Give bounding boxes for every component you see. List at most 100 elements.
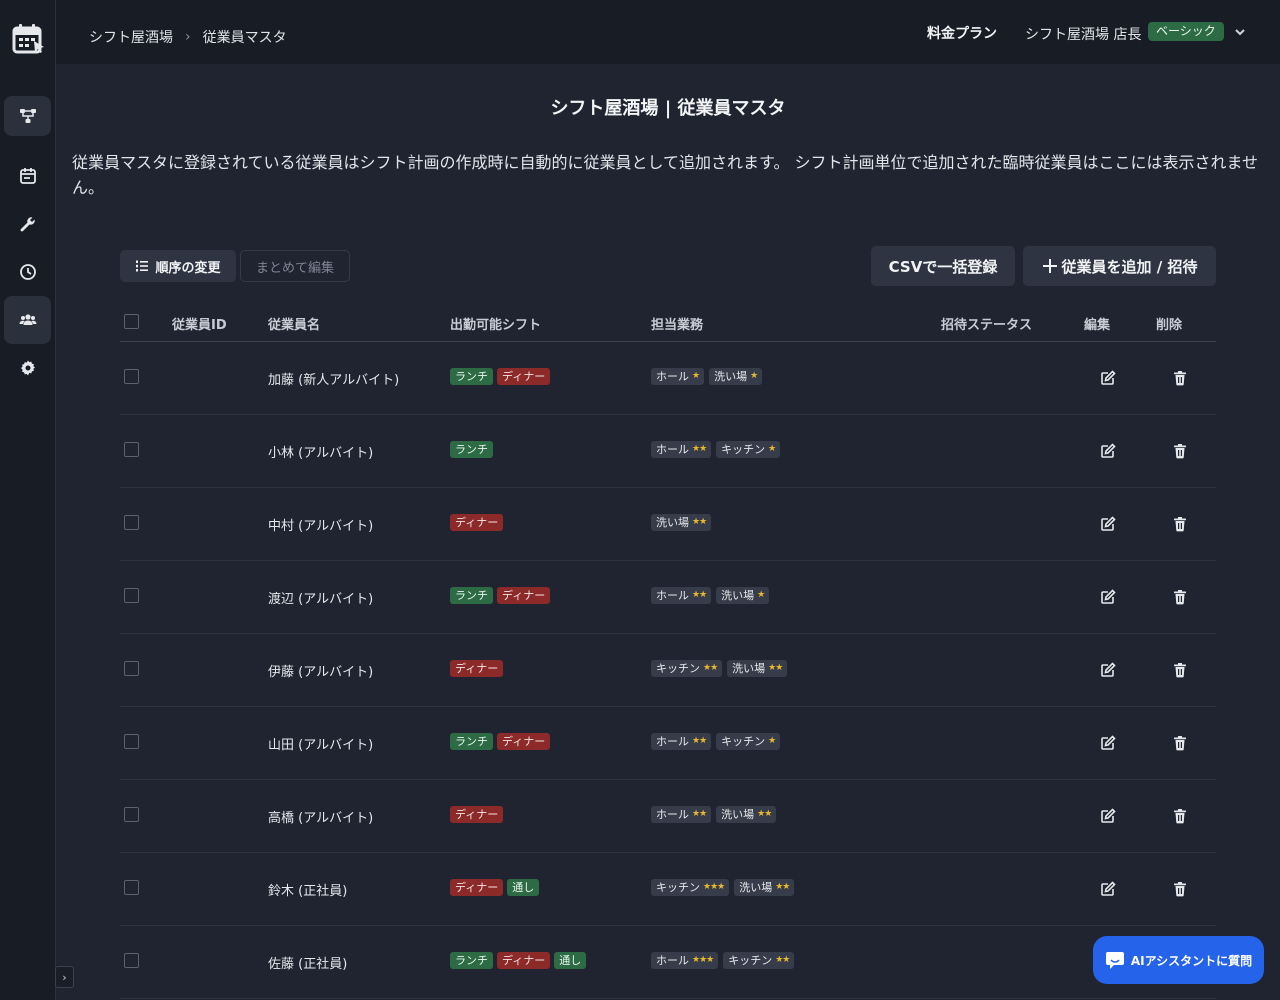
skill-stars-icon: ★★ (692, 444, 707, 454)
task-label: 洗い場 (739, 881, 773, 894)
trash-icon[interactable] (1172, 662, 1188, 678)
chat-bubble-icon (1105, 952, 1124, 969)
shift-tags: ランチ (450, 441, 493, 458)
table-row: 鈴木 (正社員) ディナー 通し キッチン ★★★ 洗い場 ★★ (120, 853, 1216, 926)
table-row: 小林 (アルバイト) ランチ ホール ★★ キッチン ★ (120, 415, 1216, 488)
column-header-tasks[interactable]: 担当業務 (651, 314, 703, 333)
task-tag: 洗い場 ★ (709, 368, 763, 385)
edit-icon[interactable] (1100, 662, 1116, 678)
edit-icon[interactable] (1100, 808, 1116, 824)
trash-icon[interactable] (1172, 881, 1188, 897)
skill-stars-icon: ★★ (692, 590, 707, 600)
table-row: 伊藤 (アルバイト) ディナー キッチン ★★ 洗い場 ★★ (120, 634, 1216, 707)
trash-icon[interactable] (1172, 808, 1188, 824)
breadcrumb-current: 従業員マスタ (202, 30, 287, 46)
task-label: ホール (656, 589, 689, 602)
sidebar-item-shift-flow[interactable] (4, 96, 51, 136)
edit-icon[interactable] (1100, 735, 1116, 751)
trash-icon[interactable] (1172, 443, 1188, 459)
add-employee-button[interactable]: 従業員を追加 / 招待 (1023, 246, 1216, 286)
sidebar-toggle-chevron-right-icon[interactable]: › (55, 966, 74, 988)
ordered-list-icon (136, 260, 149, 272)
edit-icon[interactable] (1100, 516, 1116, 532)
skill-stars-icon: ★★ (757, 809, 772, 819)
pricing-plan-link[interactable]: 料金プラン (927, 23, 997, 43)
employee-name: 中村 (アルバイト) (268, 519, 374, 534)
sidebar-item-tools[interactable] (4, 204, 51, 244)
page-title: シフト屋酒場 | 従業員マスタ (550, 98, 786, 119)
row-checkbox[interactable] (124, 807, 139, 822)
edit-icon[interactable] (1100, 589, 1116, 605)
bulk-edit-button[interactable]: まとめて編集 (240, 250, 350, 282)
employee-name: 山田 (アルバイト) (268, 738, 374, 753)
row-checkbox[interactable] (124, 880, 139, 895)
shift-tags: ディナー (450, 514, 504, 531)
row-checkbox[interactable] (124, 953, 139, 968)
select-all-checkbox[interactable] (124, 314, 139, 329)
trash-icon[interactable] (1172, 735, 1188, 751)
trash-icon[interactable] (1172, 370, 1188, 386)
trash-icon[interactable] (1172, 516, 1188, 532)
edit-icon[interactable] (1100, 881, 1116, 897)
task-tag: キッチン ★ (716, 733, 781, 750)
column-header-employee-name[interactable]: 従業員名 (268, 314, 320, 333)
shift-tags: ディナー 通し (450, 879, 540, 896)
chevron-down-icon[interactable] (1233, 25, 1247, 39)
task-tag: 洗い場 ★★ (727, 660, 788, 677)
sidebar-item-settings[interactable] (4, 348, 51, 388)
task-label: キッチン (721, 443, 766, 456)
breadcrumb-store[interactable]: シフト屋酒場 (89, 27, 173, 47)
column-header-invite-status[interactable]: 招待ステータス (941, 314, 1032, 333)
shift-tag-through: 通し (507, 879, 540, 896)
skill-stars-icon: ★★ (703, 663, 718, 673)
clock-icon (19, 264, 36, 280)
sidebar-item-employees[interactable] (4, 296, 51, 344)
shift-tags: ランチ ディナー 通し (450, 952, 587, 969)
skill-stars-icon: ★★★ (692, 955, 714, 965)
ai-assistant-button[interactable]: AIアシスタントに質問 (1093, 936, 1264, 984)
skill-stars-icon: ★★ (692, 736, 707, 746)
column-header-available-shifts[interactable]: 出勤可能シフト (450, 314, 541, 333)
row-checkbox[interactable] (124, 661, 139, 676)
page-description: 従業員マスタに登録されている従業員はシフト計画の作成時に自動的に従業員として追加… (72, 153, 1259, 197)
shift-tags: ディナー (450, 806, 504, 823)
user-menu-name[interactable]: シフト屋酒場 店長 (1025, 24, 1141, 44)
task-label: 洗い場 (656, 516, 689, 529)
csv-import-button[interactable]: CSVで一括登録 (871, 246, 1015, 286)
employee-name: 伊藤 (アルバイト) (268, 665, 374, 680)
task-tag: 洗い場 ★★ (716, 806, 777, 823)
task-tag: キッチン ★ (716, 441, 781, 458)
task-tag: キッチン ★★ (723, 952, 795, 969)
edit-icon[interactable] (1100, 443, 1116, 459)
top-header: シフト屋酒場 › 従業員マスタ 料金プラン シフト屋酒場 店長 ベーシック (56, 0, 1280, 64)
calendar-logo-icon[interactable] (12, 22, 48, 58)
employee-name: 渡辺 (アルバイト) (268, 592, 374, 607)
employee-name: 加藤 (新人アルバイト) (268, 373, 400, 388)
task-label: 洗い場 (721, 589, 755, 602)
wrench-icon (20, 217, 35, 232)
employee-name: 小林 (アルバイト) (268, 446, 374, 461)
change-order-label: 順序の変更 (155, 260, 221, 276)
column-header-delete: 削除 (1156, 318, 1183, 333)
row-checkbox[interactable] (124, 442, 139, 457)
column-header-employee-id[interactable]: 従業員ID (172, 314, 227, 333)
plan-badge: ベーシック (1148, 22, 1224, 41)
row-checkbox[interactable] (124, 588, 139, 603)
task-tags: ホール ★★ キッチン ★ (651, 733, 781, 750)
change-order-button[interactable]: 順序の変更 (120, 250, 236, 282)
skill-stars-icon: ★★ (775, 955, 790, 965)
trash-icon[interactable] (1172, 589, 1188, 605)
row-checkbox[interactable] (124, 369, 139, 384)
row-checkbox[interactable] (124, 734, 139, 749)
edit-icon[interactable] (1100, 370, 1116, 386)
sidebar-item-calendar[interactable] (4, 156, 51, 196)
task-tag: ホール ★★ (651, 587, 712, 604)
shift-tags: ディナー (450, 660, 504, 677)
row-checkbox[interactable] (124, 515, 139, 530)
shift-tag-lunch: ランチ (450, 733, 493, 750)
task-tags: 洗い場 ★★ (651, 514, 712, 531)
task-tag: キッチン ★★★ (651, 879, 730, 896)
task-label: ホール (656, 735, 689, 748)
sidebar-item-history[interactable] (4, 252, 51, 292)
shift-tag-dinner: ディナー (450, 660, 504, 677)
